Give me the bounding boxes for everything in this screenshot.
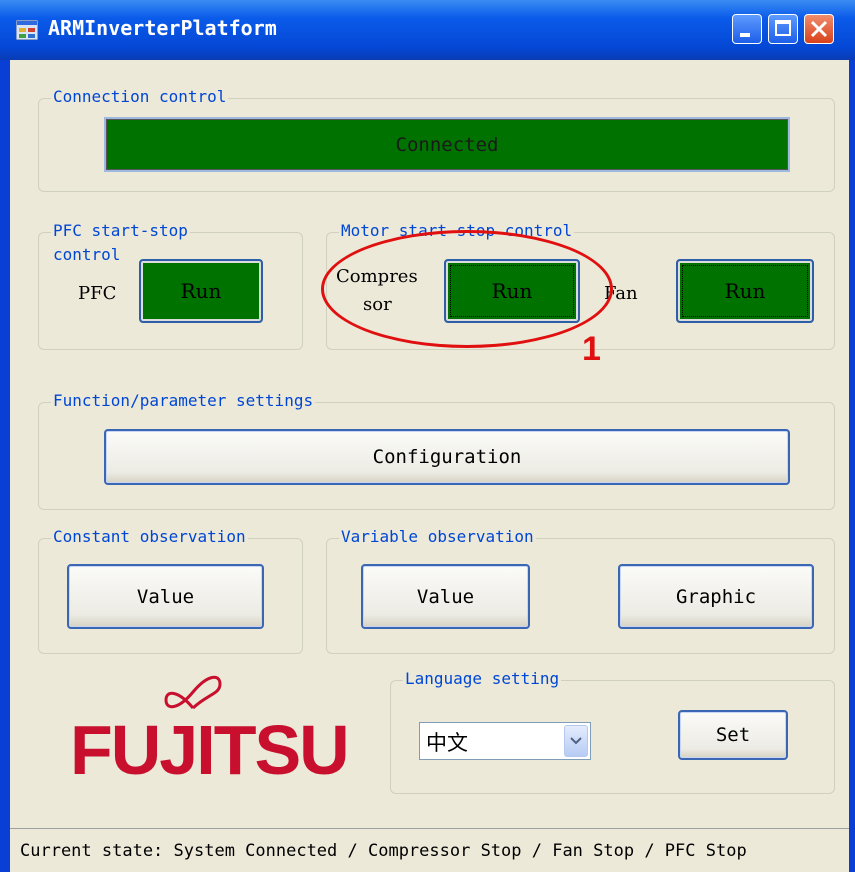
maximize-icon [775, 20, 791, 36]
set-language-label: Set [715, 724, 751, 746]
fujitsu-logo-text: FUJITSU [70, 711, 350, 789]
close-icon [810, 20, 828, 38]
pfc-control-label-line1: PFC start-stop [51, 221, 190, 241]
connection-control-label: Connection control [51, 87, 229, 107]
language-setting-label: Language setting [403, 669, 562, 689]
variable-value-button[interactable]: Value [361, 564, 530, 629]
configuration-button[interactable]: Configuration [104, 429, 790, 485]
annotation-ellipse [321, 230, 613, 348]
app-window: ARMInverterPlatform Connection control C… [0, 0, 855, 872]
title-bar[interactable]: ARMInverterPlatform [0, 0, 855, 60]
chevron-down-icon[interactable] [564, 725, 588, 757]
pfc-label: PFC [78, 283, 117, 304]
connection-status-bar[interactable]: Connected [104, 117, 790, 172]
status-bar: Current state: System Connected / Compre… [10, 828, 849, 872]
pfc-control-label-line2: control [53, 245, 121, 264]
fan-run-button[interactable]: Run [676, 259, 814, 323]
status-text: Current state: System Connected / Compre… [20, 841, 747, 861]
graphic-button[interactable]: Graphic [618, 564, 814, 629]
app-window-icon [16, 20, 38, 40]
minimize-icon [740, 33, 750, 37]
constant-observation-label: Constant observation [51, 527, 248, 547]
main-panel: Connection control Connected PFC start-s… [10, 60, 849, 872]
graphic-label: Graphic [675, 585, 757, 608]
variable-value-label: Value [416, 585, 475, 608]
set-language-button[interactable]: Set [678, 710, 788, 760]
close-button[interactable] [804, 14, 834, 44]
connection-status-text: Connected [395, 133, 499, 156]
language-select-value: 中文 [426, 731, 468, 755]
language-select[interactable]: 中文 [419, 722, 591, 760]
window-title: ARMInverterPlatform [48, 16, 277, 40]
configuration-label: Configuration [372, 446, 522, 468]
constant-value-label: Value [136, 585, 195, 608]
pfc-run-label: Run [180, 279, 222, 303]
function-settings-label: Function/parameter settings [51, 391, 316, 411]
variable-observation-label: Variable observation [339, 527, 536, 547]
fan-run-label: Run [724, 279, 766, 303]
pfc-run-button[interactable]: Run [139, 259, 263, 323]
annotation-number: 1 [582, 330, 601, 368]
fujitsu-logo: FUJITSU [70, 670, 350, 810]
maximize-button[interactable] [768, 14, 798, 44]
constant-value-button[interactable]: Value [67, 564, 264, 629]
minimize-button[interactable] [732, 14, 762, 44]
